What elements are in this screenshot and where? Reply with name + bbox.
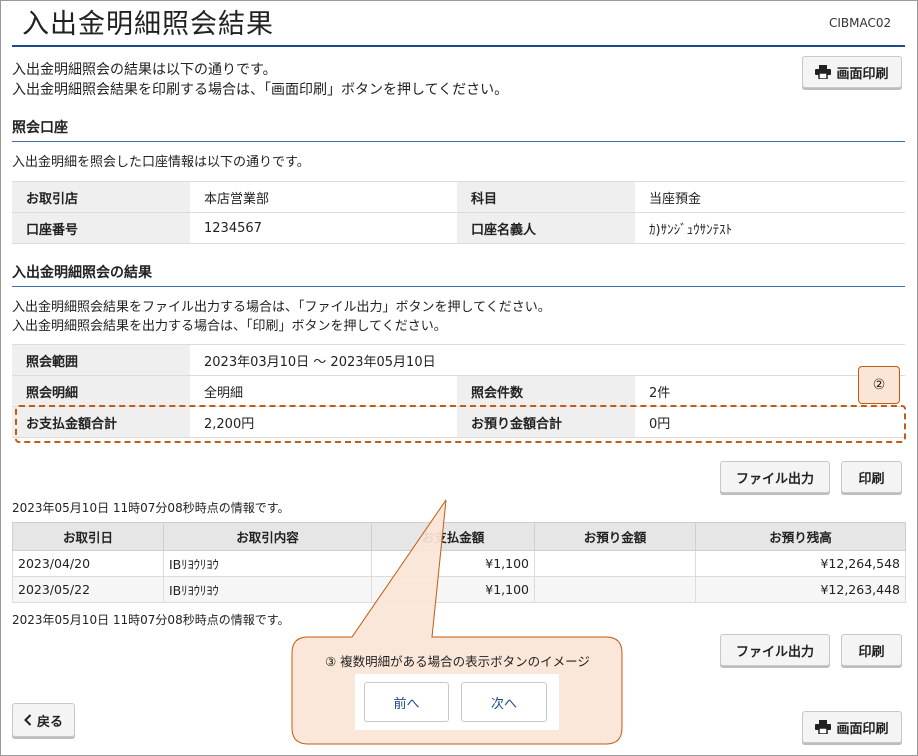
printer-icon <box>815 720 832 734</box>
row-date: 2023/04/20 <box>12 550 164 577</box>
row-deposit <box>534 576 696 603</box>
row-date: 2023/05/22 <box>12 576 164 603</box>
account-holder-value: ｶ)ｻﾝｼﾞｭｳｻﾝﾃｽﾄ <box>635 212 905 244</box>
timestamp-bottom: 2023年05月10日 11時07分08秒時点の情報です。 <box>12 613 290 627</box>
account-section-divider <box>12 141 905 142</box>
print-screen-button-bottom[interactable]: 画面印刷 <box>802 711 902 743</box>
annotation-badge: ② <box>858 366 900 404</box>
subject-label: 科目 <box>457 181 635 213</box>
branch-value: 本店営業部 <box>190 181 457 213</box>
detail-label: 照会明細 <box>12 375 190 407</box>
timestamp-top: 2023年05月10日 11時07分08秒時点の情報です。 <box>12 501 290 515</box>
account-info-table: お取引店 本店営業部 科目 当座預金 口座番号 1234567 口座名義人 ｶ)… <box>12 181 905 244</box>
account-number-label: 口座番号 <box>12 212 190 244</box>
range-value: 2023年03月10日 〜 2023年05月10日 <box>190 344 905 376</box>
next-page-button[interactable]: 次へ <box>461 682 547 722</box>
screen-code: CIBMAC02 <box>829 16 892 30</box>
table-row: 2023/04/20 IBﾘﾖｳﾘﾖｳ ¥1,100 ¥12,264,548 <box>12 550 906 577</box>
print-label: 印刷 <box>858 644 885 660</box>
intro-text-2: 入出金明細照会結果を印刷する場合は、「画面印刷」ボタンを押してください。 <box>12 82 509 98</box>
result-section-title: 入出金明細照会の結果 <box>12 265 152 281</box>
col-header-payment: お支払金額 <box>371 522 535 551</box>
back-label: 戻る <box>36 714 63 730</box>
row-payment: ¥1,100 <box>371 550 535 577</box>
printer-icon <box>815 65 832 79</box>
title-divider <box>12 45 905 47</box>
print-label: 印刷 <box>858 471 885 487</box>
table-row: 2023/05/22 IBﾘﾖｳﾘﾖｳ ¥1,100 ¥12,263,448 <box>12 576 906 603</box>
file-output-label: ファイル出力 <box>735 644 814 660</box>
row-content: IBﾘﾖｳﾘﾖｳ <box>163 550 372 577</box>
account-number-value: 1234567 <box>190 212 457 244</box>
highlight-box <box>15 405 906 443</box>
col-header-deposit: お預り金額 <box>534 522 696 551</box>
file-output-button-top[interactable]: ファイル出力 <box>720 461 830 493</box>
chevron-left-icon <box>24 714 32 726</box>
row-deposit <box>534 550 696 577</box>
account-section-title: 照会口座 <box>12 120 68 136</box>
print-button-bottom[interactable]: 印刷 <box>841 634 902 666</box>
account-section-desc: 入出金明細を照会した口座情報は以下の通りです。 <box>12 155 310 170</box>
result-section-desc-1: 入出金明細照会結果をファイル出力する場合は、「ファイル出力」ボタンを押してくださ… <box>12 300 551 315</box>
print-screen-label: 画面印刷 <box>836 66 889 82</box>
row-balance: ¥12,263,448 <box>695 576 906 603</box>
print-button-top[interactable]: 印刷 <box>841 461 902 493</box>
count-label: 照会件数 <box>457 375 635 407</box>
result-section-divider <box>12 286 905 287</box>
detail-value: 全明細 <box>190 375 457 407</box>
row-payment: ¥1,100 <box>371 576 535 603</box>
col-header-content: お取引内容 <box>163 522 372 551</box>
print-screen-label: 画面印刷 <box>836 721 889 737</box>
range-label: 照会範囲 <box>12 344 190 376</box>
col-header-balance: お預り残高 <box>695 522 906 551</box>
transactions-table: お取引日 お取引内容 お支払金額 お預り金額 お預り残高 2023/04/20 … <box>12 522 906 603</box>
callout-caption: ③ 複数明細がある場合の表示ボタンのイメージ <box>325 654 590 669</box>
back-button[interactable]: 戻る <box>12 703 75 737</box>
row-balance: ¥12,264,548 <box>695 550 906 577</box>
intro-text-1: 入出金明細照会の結果は以下の通りです。 <box>12 62 277 78</box>
col-header-date: お取引日 <box>12 522 164 551</box>
prev-page-button[interactable]: 前へ <box>364 682 449 722</box>
file-output-label: ファイル出力 <box>735 471 814 487</box>
file-output-button-bottom[interactable]: ファイル出力 <box>720 634 830 666</box>
print-screen-button-top[interactable]: 画面印刷 <box>802 56 902 88</box>
subject-value: 当座預金 <box>635 181 905 213</box>
account-holder-label: 口座名義人 <box>457 212 635 244</box>
row-content: IBﾘﾖｳﾘﾖｳ <box>163 576 372 603</box>
branch-label: お取引店 <box>12 181 190 213</box>
page-title: 入出金明細照会結果 <box>22 9 274 40</box>
result-section-desc-2: 入出金明細照会結果を出力する場合は、「印刷」ボタンを押してください。 <box>12 319 447 334</box>
